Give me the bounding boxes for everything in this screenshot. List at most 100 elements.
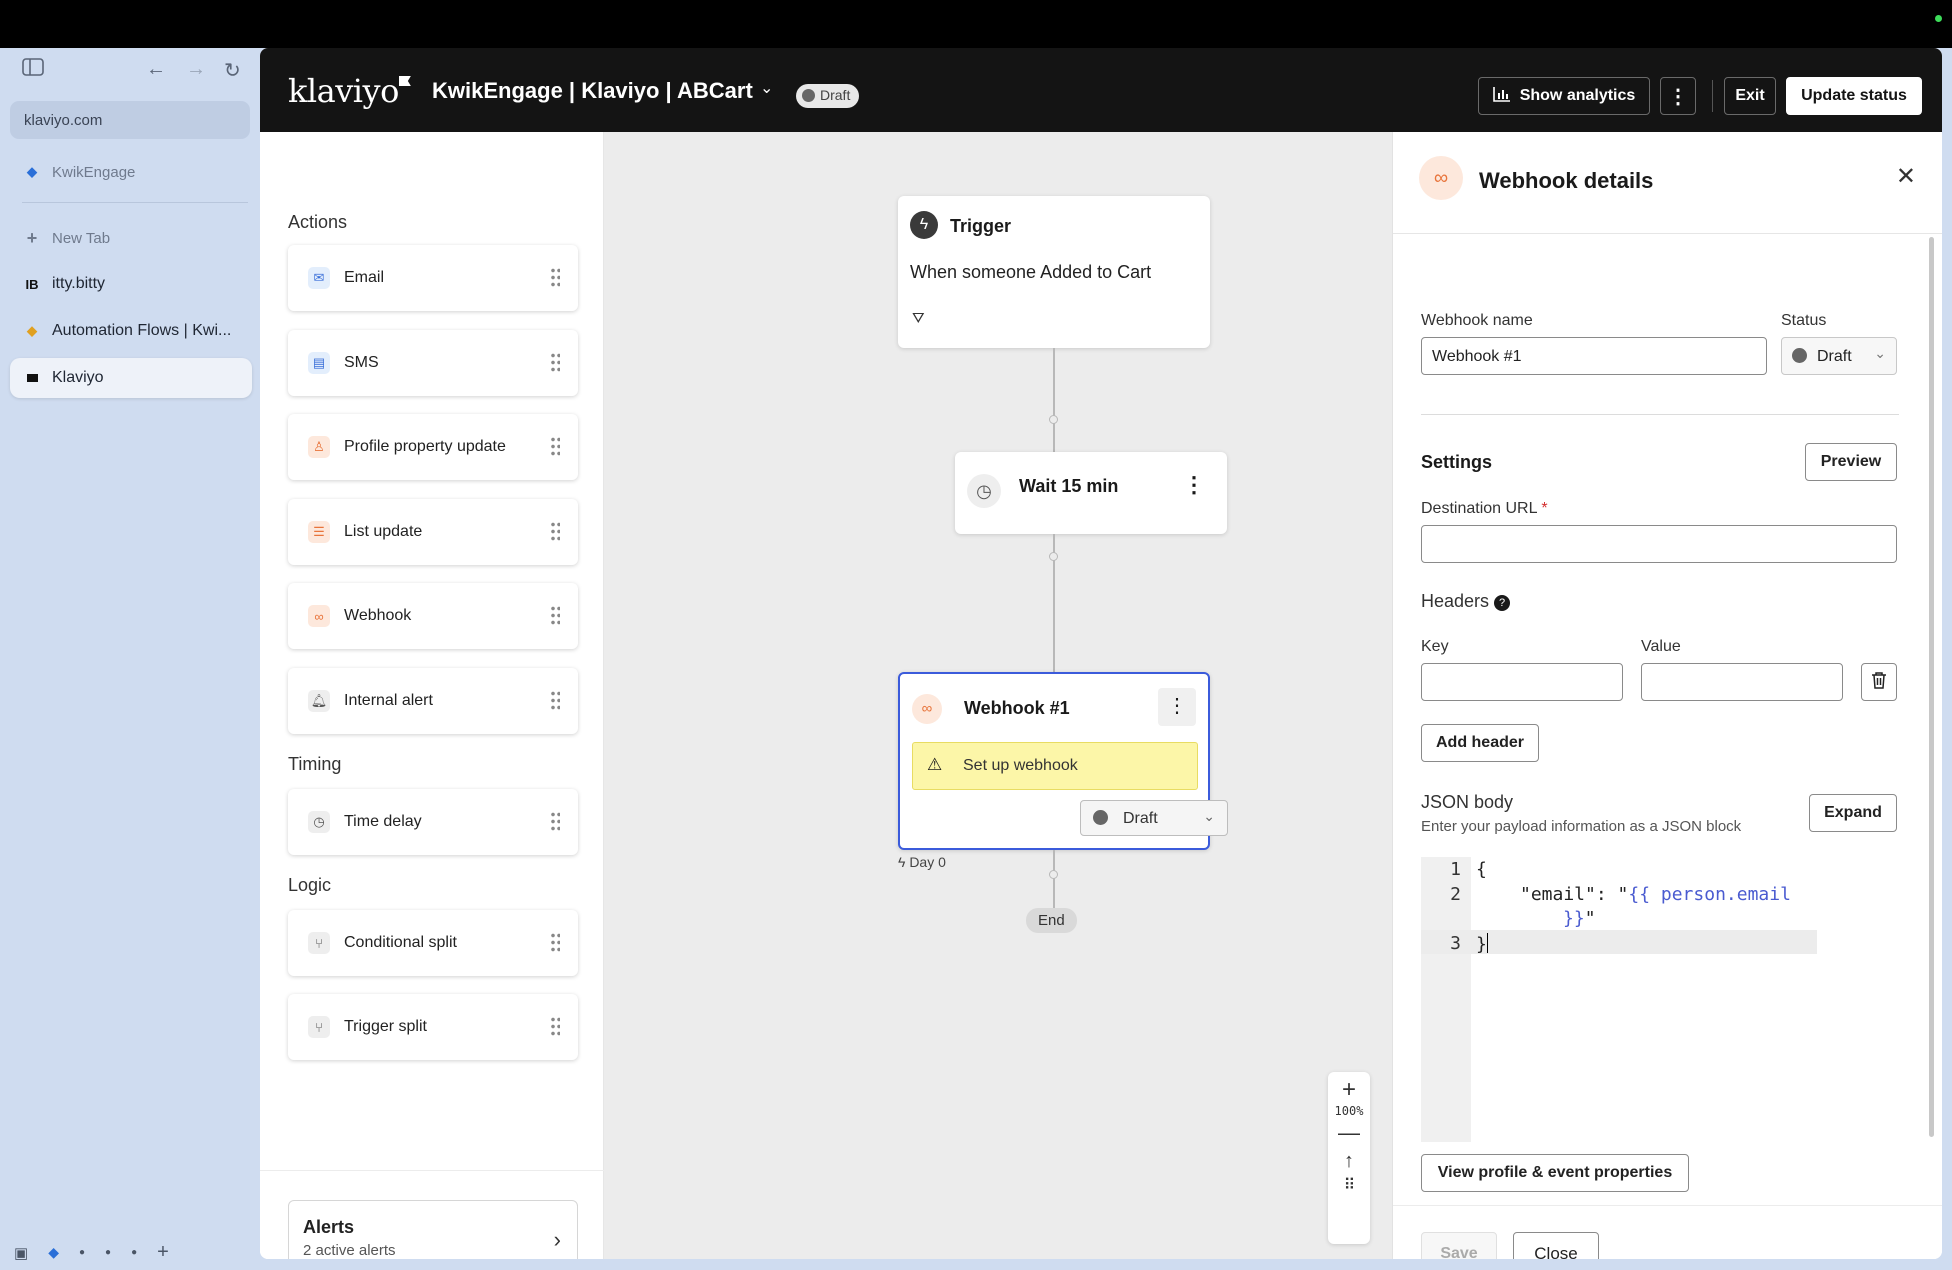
alerts-card[interactable]: Alerts 2 active alerts › — [288, 1200, 578, 1259]
add-space-icon[interactable]: + — [157, 1241, 169, 1264]
action-internal-alert[interactable]: 🔔︎ Internal alert — [288, 668, 578, 734]
profile-icon: ♙ — [308, 436, 330, 458]
action-profile-property-update[interactable]: ♙ Profile property update — [288, 414, 578, 480]
day-label: ϟ Day 0 — [898, 854, 946, 870]
kebab-icon[interactable]: ⋮ — [1158, 688, 1196, 726]
webhook-node[interactable]: ∞ Webhook #1 ⋮ ⚠ Set up webhook Draft ⌄ — [898, 672, 1228, 850]
drag-handle-icon[interactable] — [550, 811, 560, 831]
webhook-icon: ∞ — [308, 605, 330, 627]
action-conditional-split[interactable]: ⑂ Conditional split — [288, 910, 578, 976]
tab-automation-flows[interactable]: ◆ Automation Flows | Kwi... — [10, 311, 252, 351]
drag-handle-icon[interactable] — [550, 267, 560, 287]
action-list-update[interactable]: ☰ List update — [288, 499, 578, 565]
back-icon[interactable]: ← — [146, 58, 166, 81]
close-icon[interactable]: ✕ — [1896, 162, 1916, 191]
save-button[interactable]: Save — [1421, 1232, 1497, 1259]
status-select[interactable]: Draft ⌄ — [1781, 337, 1897, 375]
chevron-down-icon[interactable]: ⌄ — [760, 78, 773, 98]
flow-header: klaviyo KwikEngage | Klaviyo | ABCart ⌄ … — [260, 48, 1942, 132]
address-bar[interactable]: klaviyo.com — [10, 101, 250, 139]
trigger-node[interactable]: ϟ Trigger When someone Added to Cart ⛛ — [898, 196, 1210, 348]
klaviyo-logo[interactable]: klaviyo — [288, 72, 411, 110]
sidebar-toggle-icon[interactable] — [22, 58, 44, 82]
sms-icon: ▤ — [308, 352, 330, 374]
show-analytics-button[interactable]: Show analytics — [1478, 77, 1650, 115]
delete-header-button[interactable] — [1861, 663, 1897, 701]
tab-itty-bitty[interactable]: IB itty.bitty — [10, 264, 252, 304]
json-editor[interactable]: 1 2 3 { "email": "{{ person.email }}" } — [1421, 857, 1821, 1142]
flow-favicon-icon: ◆ — [27, 323, 37, 338]
tab-kwikengage[interactable]: ◆ KwikEngage — [10, 152, 252, 192]
lightning-icon: ϟ — [898, 854, 910, 870]
action-label: Internal alert — [344, 692, 433, 709]
add-step-joint[interactable] — [1049, 552, 1058, 561]
wait-node[interactable]: ◷ Wait 15 min ⋮ — [955, 452, 1227, 534]
end-node: End — [1026, 908, 1077, 933]
kebab-icon[interactable]: ⋮ — [1183, 472, 1205, 498]
action-trigger-split[interactable]: ⑂ Trigger split — [288, 994, 578, 1060]
scrollbar[interactable] — [1929, 237, 1934, 1137]
clock-icon: ◷ — [967, 474, 1001, 508]
flow-canvas[interactable]: ϟ Trigger When someone Added to Cart ⛛ ◷… — [604, 132, 1392, 1259]
reload-icon[interactable]: ↻ — [224, 58, 241, 83]
exit-button[interactable]: Exit — [1724, 77, 1776, 115]
expand-button[interactable]: Expand — [1809, 794, 1897, 832]
action-webhook[interactable]: ∞ Webhook — [288, 583, 578, 649]
action-time-delay[interactable]: ◷ Time delay — [288, 789, 578, 855]
trash-icon — [1871, 671, 1887, 694]
arrow-up-icon[interactable]: ↑ — [1328, 1150, 1370, 1173]
code-key: "email": " — [1520, 884, 1629, 905]
help-icon[interactable]: ? — [1494, 595, 1511, 611]
drag-handle-icon[interactable] — [550, 352, 560, 372]
drag-handle-icon[interactable] — [550, 932, 560, 952]
webhook-name-input[interactable]: Webhook #1 — [1421, 337, 1767, 375]
zoom-out-icon[interactable]: — — [1328, 1120, 1370, 1146]
action-label: Email — [344, 269, 385, 286]
drag-handle-icon[interactable] — [550, 690, 560, 710]
tab-klaviyo[interactable]: Klaviyo — [10, 358, 252, 398]
settings-heading: Settings — [1421, 452, 1493, 472]
webhook-node-title: Webhook #1 — [964, 698, 1070, 718]
update-status-button[interactable]: Update status — [1786, 77, 1922, 115]
grid-icon[interactable]: ⠿ — [1328, 1175, 1370, 1195]
browser-sidebar: ← → ↻ klaviyo.com ◆ KwikEngage + New Tab I… — [0, 48, 260, 1270]
node-status-select[interactable]: Draft ⌄ — [1080, 800, 1228, 836]
header-value-input[interactable] — [1641, 663, 1843, 701]
drag-handle-icon[interactable] — [550, 605, 560, 625]
warning-banner[interactable]: ⚠ Set up webhook — [912, 742, 1198, 790]
preview-button[interactable]: Preview — [1805, 443, 1897, 481]
trigger-description: When someone Added to Cart — [910, 262, 1152, 282]
add-step-joint[interactable] — [1049, 415, 1058, 424]
drag-handle-icon[interactable] — [550, 1016, 560, 1036]
space-dot-icon[interactable]: ● — [79, 1247, 85, 1258]
new-tab-button[interactable]: + New Tab — [10, 218, 252, 258]
action-label: SMS — [344, 354, 379, 371]
forward-icon[interactable]: → — [186, 58, 206, 81]
zoom-in-icon[interactable]: + — [1328, 1076, 1370, 1104]
action-label: List update — [344, 523, 423, 540]
flow-title[interactable]: KwikEngage | Klaviyo | ABCart — [432, 78, 753, 104]
lightning-icon: ϟ — [910, 211, 938, 239]
destination-url-input[interactable] — [1421, 525, 1897, 563]
filter-icon[interactable]: ⛛ — [912, 310, 925, 327]
downloads-icon[interactable]: ▣ — [14, 1244, 28, 1262]
space-dot-icon[interactable]: ● — [131, 1247, 137, 1258]
connector-line — [1053, 348, 1055, 452]
add-step-joint[interactable] — [1049, 870, 1058, 879]
wait-label: Wait 15 min — [1019, 476, 1119, 496]
action-email[interactable]: ✉ Email — [288, 245, 578, 311]
close-button[interactable]: Close — [1513, 1232, 1599, 1259]
show-analytics-label: Show analytics — [1519, 87, 1636, 104]
view-properties-button[interactable]: View profile & event properties — [1421, 1154, 1689, 1192]
drag-handle-icon[interactable] — [550, 521, 560, 541]
header-key-input[interactable] — [1421, 663, 1623, 701]
header-divider — [1712, 80, 1713, 112]
space-icon[interactable]: ◆ — [48, 1244, 59, 1261]
status-dot — [1935, 15, 1942, 22]
more-options-button[interactable]: ⋮ — [1660, 77, 1696, 115]
chevron-right-icon: › — [553, 1227, 561, 1252]
space-dot-icon[interactable]: ● — [105, 1247, 111, 1258]
drag-handle-icon[interactable] — [550, 436, 560, 456]
action-sms[interactable]: ▤ SMS — [288, 330, 578, 396]
add-header-button[interactable]: Add header — [1421, 724, 1539, 762]
